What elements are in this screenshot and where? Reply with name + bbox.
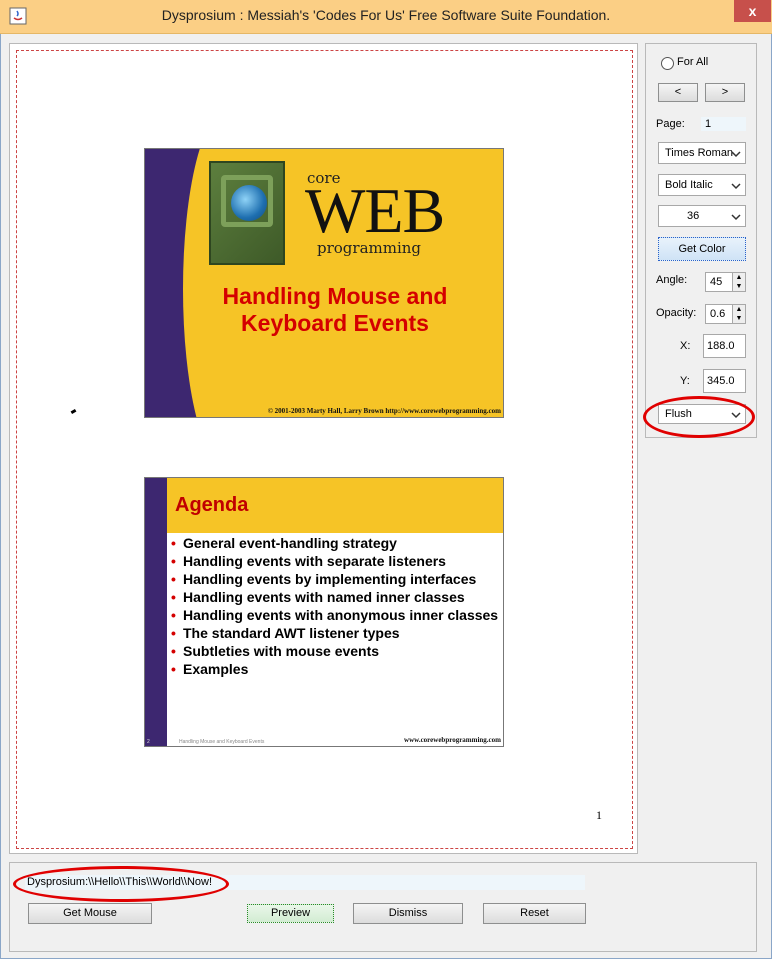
maze-globe-image bbox=[209, 161, 285, 265]
angle-label: Angle: bbox=[656, 274, 688, 286]
list-item: • General event-handling strategy bbox=[171, 535, 397, 551]
angle-value: 45 bbox=[710, 276, 723, 288]
highlight-ellipse bbox=[643, 396, 755, 438]
y-field[interactable]: 345.0 bbox=[703, 369, 746, 393]
chevron-down-icon bbox=[731, 183, 741, 190]
bullet-icon: • bbox=[171, 625, 176, 641]
angle-spinner[interactable]: 45 ▲ ▼ bbox=[705, 272, 746, 292]
list-item: • Handling events with separate listeners bbox=[171, 553, 446, 569]
font-style-select[interactable]: Bold Italic bbox=[658, 174, 746, 196]
get-color-button[interactable]: Get Color bbox=[658, 237, 746, 261]
spinner-arrows-icon[interactable]: ▲ ▼ bbox=[732, 305, 745, 323]
window-title: Dysprosium : Messiah's 'Codes For Us' Fr… bbox=[161, 7, 611, 23]
close-icon: x bbox=[748, 3, 757, 19]
spinner-arrows-icon[interactable]: ▲ ▼ bbox=[732, 273, 745, 291]
chevron-down-icon bbox=[731, 151, 741, 158]
globe-icon bbox=[231, 185, 267, 221]
get-mouse-button[interactable]: Get Mouse bbox=[28, 903, 152, 924]
page-field[interactable]: 1 bbox=[701, 117, 746, 131]
list-item: • Handling events with named inner classe… bbox=[171, 589, 465, 605]
opacity-value: 0.6 bbox=[710, 308, 726, 320]
slide-footer-right: www.corewebprogramming.com bbox=[404, 736, 501, 744]
for-all-radio[interactable] bbox=[661, 57, 674, 70]
font-family-value: Times Roman bbox=[665, 147, 734, 159]
bullet-icon: • bbox=[171, 661, 176, 677]
reset-button[interactable]: Reset bbox=[483, 903, 586, 924]
next-button[interactable]: > bbox=[705, 83, 745, 102]
slide-title-line1: Handling Mouse and bbox=[222, 283, 448, 309]
slide-title-line2: Keyboard Events bbox=[241, 310, 429, 336]
font-size-select[interactable]: 36 bbox=[658, 205, 746, 227]
slide-left-band bbox=[145, 478, 167, 746]
slide-footer-left: Handling Mouse and Keyboard Events bbox=[179, 739, 265, 745]
bullet-icon: • bbox=[171, 643, 176, 659]
font-size-value: 36 bbox=[687, 210, 700, 222]
slide-footer: © 2001-2003 Marty Hall, Larry Brown http… bbox=[267, 407, 501, 415]
font-style-value: Bold Italic bbox=[665, 179, 713, 191]
close-button[interactable]: x bbox=[734, 0, 771, 22]
opacity-spinner[interactable]: 0.6 ▲ ▼ bbox=[705, 304, 746, 324]
opacity-label: Opacity: bbox=[656, 307, 697, 319]
bullet-icon: • bbox=[171, 607, 176, 623]
prev-button[interactable]: < bbox=[658, 83, 698, 102]
list-item: • Subtleties with mouse events bbox=[171, 643, 380, 659]
list-item: • Handling events with anonymous inner cl… bbox=[171, 607, 499, 623]
slide-title: Agenda bbox=[175, 494, 249, 516]
slide-agenda-thumbnail: Agenda • General event-handling strategy … bbox=[144, 477, 504, 747]
dismiss-button[interactable]: Dismiss bbox=[353, 903, 463, 924]
page-label: Page: bbox=[656, 118, 685, 130]
list-item: • Examples bbox=[171, 661, 249, 677]
bullet-icon: • bbox=[171, 571, 176, 587]
slide-number: 2 bbox=[147, 739, 150, 745]
list-item: • The standard AWT listener types bbox=[171, 625, 400, 641]
bullet-icon: • bbox=[171, 535, 176, 551]
chevron-down-icon bbox=[731, 214, 741, 221]
highlight-ellipse bbox=[13, 866, 229, 902]
slide-title: Handling Mouse and Keyboard Events bbox=[185, 283, 485, 337]
page-number: 1 bbox=[596, 808, 602, 822]
font-family-select[interactable]: Times Roman bbox=[658, 142, 746, 164]
logo-web-text: WEB bbox=[305, 175, 445, 246]
slide-title-thumbnail: core WEB programming Handling Mouse and … bbox=[144, 148, 504, 418]
y-label: Y: bbox=[680, 375, 690, 387]
x-label: X: bbox=[680, 340, 691, 352]
x-field[interactable]: 188.0 bbox=[703, 334, 746, 358]
bullet-icon: • bbox=[171, 553, 176, 569]
bullet-icon: • bbox=[171, 589, 176, 605]
list-item: • Handling events by implementing interfa… bbox=[171, 571, 477, 587]
for-all-label: For All bbox=[677, 56, 709, 68]
agenda-list: • General event-handling strategy • Handli… bbox=[169, 536, 503, 680]
logo-programming-text: programming bbox=[317, 239, 422, 257]
preview-button[interactable]: Preview bbox=[247, 904, 334, 923]
